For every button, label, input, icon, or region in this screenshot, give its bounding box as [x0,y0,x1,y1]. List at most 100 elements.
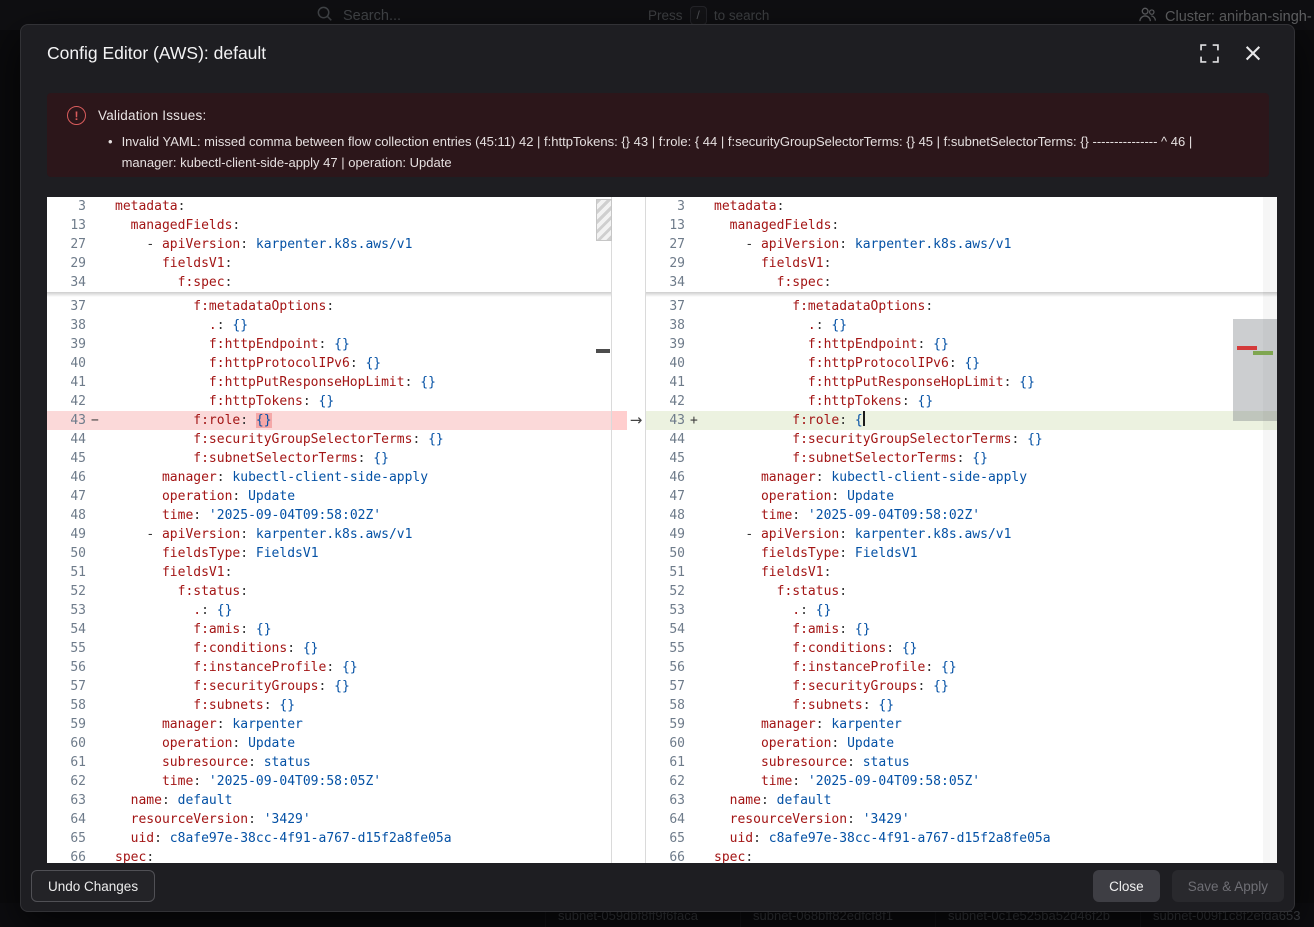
code-text[interactable]: manager: kubectl-client-side-apply [702,468,1027,487]
code-line[interactable]: 61 subresource: status [47,753,611,772]
code-line[interactable]: 34 f:spec: [646,273,1277,292]
code-line[interactable]: 37 f:metadataOptions: [47,297,611,316]
code-text[interactable]: f:httpEndpoint: {} [103,335,350,354]
code-text[interactable]: .: {} [702,316,847,335]
code-text[interactable]: manager: karpenter [702,715,902,734]
code-text[interactable]: managedFields: [702,216,839,235]
code-text[interactable]: - apiVersion: karpenter.k8s.aws/v1 [702,525,1011,544]
code-text[interactable]: f:instanceProfile: {} [103,658,358,677]
code-text[interactable]: fieldsType: FieldsV1 [702,544,918,563]
code-line[interactable]: 40 f:httpProtocolIPv6: {} [646,354,1277,373]
code-line[interactable]: 50 fieldsType: FieldsV1 [646,544,1277,563]
code-text[interactable]: uid: c8afe97e-38cc-4f91-a767-d15f2a8fe05… [702,829,1051,848]
code-line[interactable]: 55 f:conditions: {} [646,639,1277,658]
code-text[interactable]: f:status: [702,582,847,601]
code-line[interactable]: 43− f:role: {} [47,411,611,430]
diff-revert-arrow-button[interactable]: → [626,411,646,430]
code-text[interactable]: f:subnetSelectorTerms: {} [103,449,389,468]
code-text[interactable]: f:role: {} [103,411,272,430]
code-line[interactable]: 3metadata: [646,197,1277,216]
code-text[interactable]: f:conditions: {} [702,639,918,658]
code-line[interactable]: 56 f:instanceProfile: {} [47,658,611,677]
code-line[interactable]: 41 f:httpPutResponseHopLimit: {} [47,373,611,392]
code-line[interactable]: 44 f:securityGroupSelectorTerms: {} [47,430,611,449]
code-text[interactable]: f:spec: [103,273,232,292]
code-text[interactable]: operation: Update [103,487,295,506]
code-text[interactable]: f:httpTokens: {} [702,392,933,411]
code-text[interactable]: spec: [702,848,753,863]
code-line[interactable]: 51 fieldsV1: [47,563,611,582]
code-line[interactable]: 47 operation: Update [646,487,1277,506]
code-line[interactable]: 39 f:httpEndpoint: {} [47,335,611,354]
code-text[interactable]: f:subnetSelectorTerms: {} [702,449,988,468]
code-line[interactable]: 42 f:httpTokens: {} [646,392,1277,411]
code-line[interactable]: 3metadata: [47,197,611,216]
code-text[interactable]: managedFields: [103,216,240,235]
code-line[interactable]: 40 f:httpProtocolIPv6: {} [47,354,611,373]
code-text[interactable]: resourceVersion: '3429' [702,810,910,829]
code-text[interactable]: time: '2025-09-04T09:58:05Z' [103,772,381,791]
code-line[interactable]: 65 uid: c8afe97e-38cc-4f91-a767-d15f2a8f… [47,829,611,848]
code-text[interactable]: f:securityGroups: {} [103,677,350,696]
code-line[interactable]: 59 manager: karpenter [47,715,611,734]
code-text[interactable]: f:role: { [702,411,865,430]
code-text[interactable]: f:status: [103,582,248,601]
code-text[interactable]: fieldsV1: [702,254,831,273]
code-line[interactable]: 46 manager: kubectl-client-side-apply [47,468,611,487]
code-text[interactable]: uid: c8afe97e-38cc-4f91-a767-d15f2a8fe05… [103,829,452,848]
code-text[interactable]: f:instanceProfile: {} [702,658,957,677]
code-text[interactable]: .: {} [702,601,831,620]
code-text[interactable]: f:spec: [702,273,831,292]
code-text[interactable]: f:amis: {} [103,620,272,639]
diff-left-pane[interactable]: 3metadata:13 managedFields:27 - apiVersi… [47,197,611,863]
code-text[interactable]: metadata: [103,197,185,216]
code-line[interactable]: 60 operation: Update [47,734,611,753]
code-line[interactable]: 62 time: '2025-09-04T09:58:05Z' [646,772,1277,791]
code-text[interactable]: operation: Update [702,734,894,753]
code-line[interactable]: 54 f:amis: {} [47,620,611,639]
code-line[interactable]: 52 f:status: [646,582,1277,601]
code-line[interactable]: 51 fieldsV1: [646,563,1277,582]
code-text[interactable]: time: '2025-09-04T09:58:02Z' [702,506,980,525]
code-text[interactable]: name: default [103,791,232,810]
code-line[interactable]: 60 operation: Update [646,734,1277,753]
code-text[interactable]: f:securityGroupSelectorTerms: {} [103,430,444,449]
code-text[interactable]: f:httpPutResponseHopLimit: {} [702,373,1035,392]
code-line[interactable]: 43+ f:role: { [646,411,1277,430]
code-line[interactable]: 13 managedFields: [646,216,1277,235]
code-line[interactable]: 41 f:httpPutResponseHopLimit: {} [646,373,1277,392]
code-line[interactable]: 66spec: [646,848,1277,863]
code-line[interactable]: 27 - apiVersion: karpenter.k8s.aws/v1 [646,235,1277,254]
save-apply-button[interactable]: Save & Apply [1172,870,1284,902]
code-text[interactable]: f:metadataOptions: [702,297,933,316]
code-text[interactable]: spec: [103,848,154,863]
code-text[interactable]: operation: Update [702,487,894,506]
code-line[interactable]: 52 f:status: [47,582,611,601]
code-line[interactable]: 47 operation: Update [47,487,611,506]
code-text[interactable]: f:subnets: {} [702,696,894,715]
code-text[interactable]: f:metadataOptions: [103,297,334,316]
code-line[interactable]: 61 subresource: status [646,753,1277,772]
code-text[interactable]: - apiVersion: karpenter.k8s.aws/v1 [702,235,1011,254]
code-line[interactable]: 45 f:subnetSelectorTerms: {} [646,449,1277,468]
code-text[interactable]: f:httpEndpoint: {} [702,335,949,354]
code-line[interactable]: 53 .: {} [646,601,1277,620]
code-text[interactable]: - apiVersion: karpenter.k8s.aws/v1 [103,235,412,254]
code-line[interactable]: 64 resourceVersion: '3429' [646,810,1277,829]
code-text[interactable]: .: {} [103,601,232,620]
code-text[interactable]: f:securityGroupSelectorTerms: {} [702,430,1043,449]
code-text[interactable]: f:amis: {} [702,620,871,639]
code-line[interactable]: 49 - apiVersion: karpenter.k8s.aws/v1 [646,525,1277,544]
code-line[interactable]: 46 manager: kubectl-client-side-apply [646,468,1277,487]
code-line[interactable]: 56 f:instanceProfile: {} [646,658,1277,677]
code-text[interactable]: fieldsType: FieldsV1 [103,544,319,563]
close-icon[interactable]: × [1240,39,1266,67]
code-line[interactable]: 62 time: '2025-09-04T09:58:05Z' [47,772,611,791]
code-text[interactable]: operation: Update [103,734,295,753]
code-text[interactable]: f:httpProtocolIPv6: {} [702,354,980,373]
code-line[interactable]: 39 f:httpEndpoint: {} [646,335,1277,354]
code-text[interactable]: resourceVersion: '3429' [103,810,311,829]
code-text[interactable]: fieldsV1: [103,254,232,273]
code-text[interactable]: manager: kubectl-client-side-apply [103,468,428,487]
code-text[interactable]: metadata: [702,197,784,216]
